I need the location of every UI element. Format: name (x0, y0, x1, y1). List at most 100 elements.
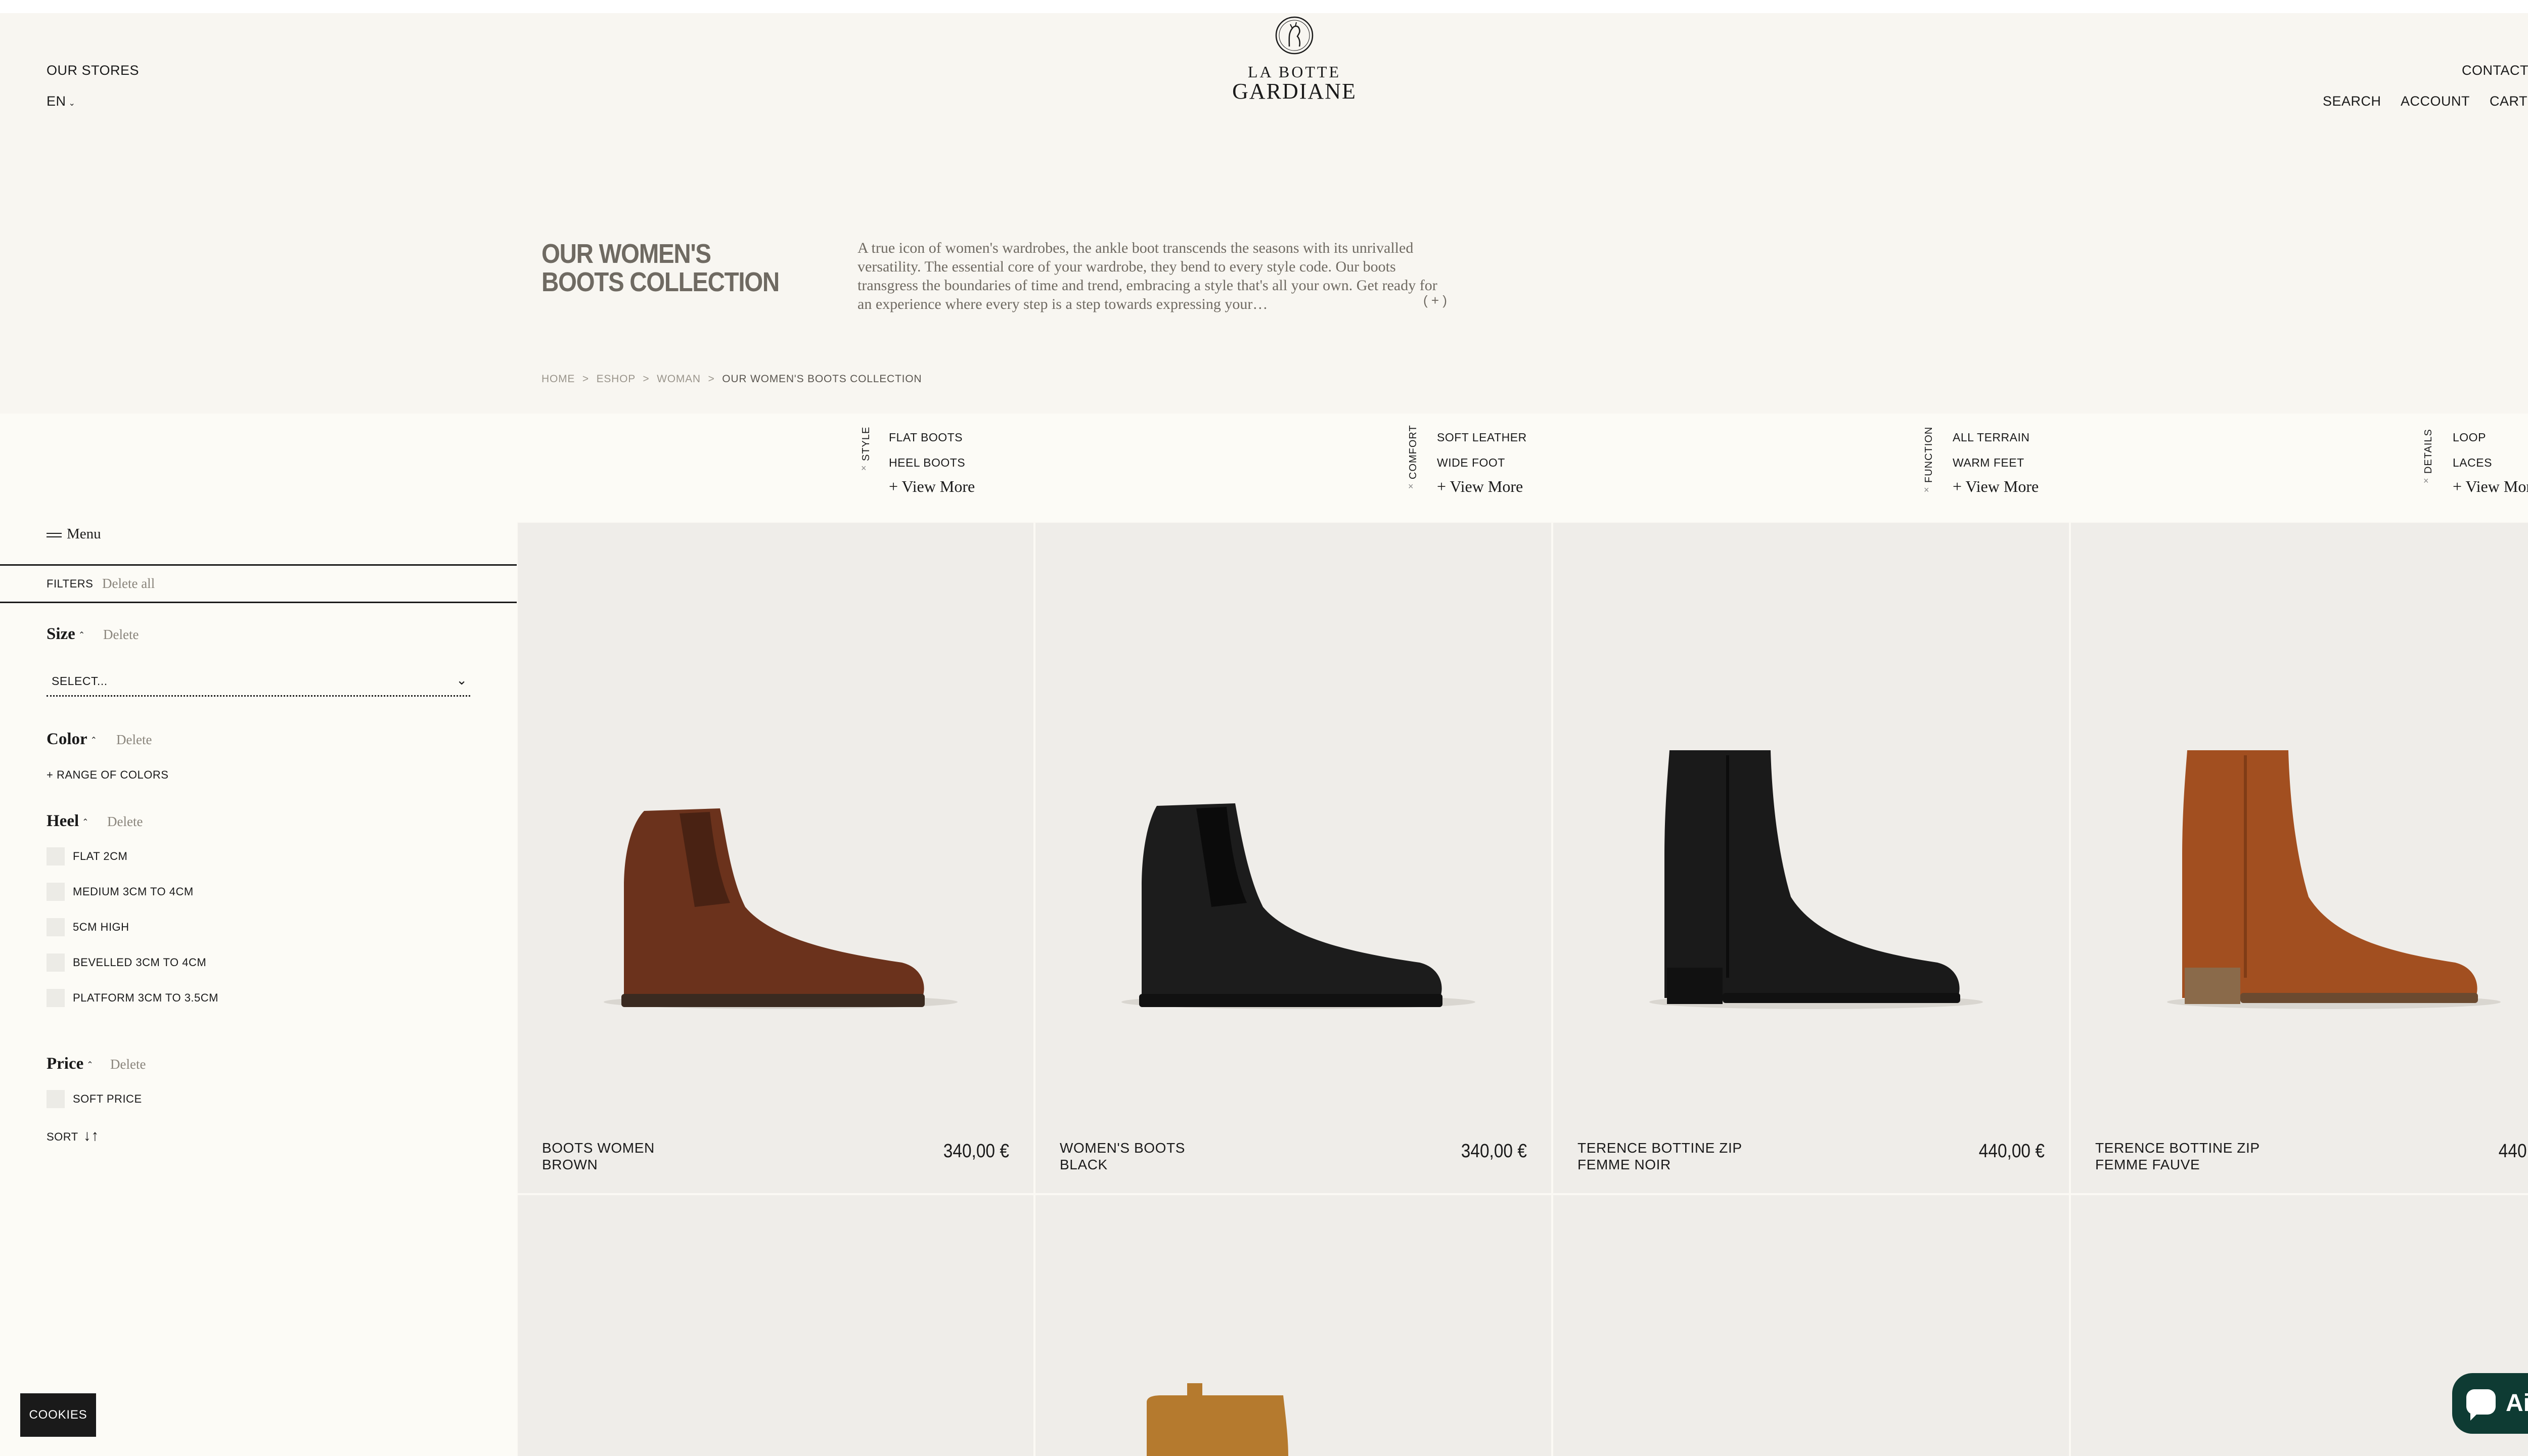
product-name-line-1: TERENCE BOTTINE ZIP (2095, 1140, 2260, 1156)
category-item[interactable]: FLAT BOOTS (889, 431, 963, 444)
top-strip (0, 0, 2528, 13)
price-option-checkbox[interactable]: SOFT PRICE (47, 1090, 142, 1110)
heel-option-checkbox[interactable]: 5CM HIGH (47, 918, 129, 938)
product-name: TERENCE BOTTINE ZIP FEMME NOIR (1577, 1140, 1742, 1173)
category-label-details: DETAILS (2423, 429, 2434, 474)
product-card[interactable] (518, 1195, 1033, 1456)
menu-button[interactable]: Menu (47, 526, 101, 542)
category-item[interactable]: SOFT LEATHER (1437, 431, 1527, 444)
checkbox-box (47, 847, 65, 866)
language-selector[interactable]: EN ⌄ (47, 94, 75, 109)
language-label: EN (47, 94, 66, 109)
product-name-line-1: BOOTS WOMEN (542, 1140, 655, 1156)
chevron-down-icon: ⌄ (68, 99, 76, 108)
color-delete-button[interactable]: Delete (116, 732, 152, 748)
product-price: 340,00 € (1461, 1141, 1527, 1162)
category-item[interactable]: HEEL BOOTS (889, 456, 965, 470)
category-label-style: STYLE (861, 426, 872, 461)
category-item[interactable]: ALL TERRAIN (1953, 431, 2030, 444)
read-more-button[interactable]: ( + ) (1423, 293, 1447, 308)
view-more-link[interactable]: + View More (1437, 477, 1523, 496)
boot-image (1649, 750, 1983, 1009)
divider (0, 564, 517, 566)
heel-option-checkbox[interactable]: MEDIUM 3CM TO 4CM (47, 883, 194, 903)
category-item[interactable]: WIDE FOOT (1437, 456, 1505, 470)
divider (0, 602, 517, 603)
close-icon[interactable]: × (861, 463, 867, 474)
contact-link[interactable]: CONTACT US (2462, 63, 2528, 78)
cart-link[interactable]: CART (0) (2490, 94, 2528, 109)
chevron-down-icon: ⌄ (456, 672, 467, 688)
close-icon[interactable]: × (2423, 476, 2429, 486)
product-card[interactable] (1553, 1195, 2069, 1456)
horse-emblem-icon (1275, 16, 1314, 55)
heel-option-checkbox[interactable]: FLAT 2CM (47, 847, 127, 868)
product-price: 440,00 € (1978, 1141, 2045, 1162)
breadcrumb-home[interactable]: HOME (541, 373, 575, 385)
view-more-link[interactable]: + View More (1953, 477, 2039, 496)
close-icon[interactable]: × (1408, 481, 1414, 492)
our-stores-link[interactable]: OUR STORES (47, 63, 139, 78)
size-delete-button[interactable]: Delete (103, 627, 139, 643)
breadcrumb-current: OUR WOMEN'S BOOTS COLLECTION (722, 373, 922, 385)
price-option-label: SOFT PRICE (73, 1093, 142, 1105)
checkbox-box (47, 1090, 65, 1108)
menu-label: Menu (67, 526, 101, 542)
heel-option-checkbox[interactable]: BEVELLED 3CM TO 4CM (47, 953, 206, 974)
heel-option-label: PLATFORM 3CM TO 3.5CM (73, 991, 218, 1004)
search-link[interactable]: SEARCH (2323, 94, 2381, 109)
size-select-value: SELECT... (52, 674, 108, 688)
price-filter-toggle[interactable]: Price ⌃ (47, 1055, 94, 1073)
view-more-link[interactable]: + View More (889, 477, 975, 496)
help-label: Aide (2506, 1390, 2528, 1417)
size-filter-toggle[interactable]: Size ⌃ (47, 625, 85, 644)
heel-option-label: 5CM HIGH (73, 921, 129, 933)
size-filter-title: Size (47, 625, 75, 643)
checkbox-box (47, 989, 65, 1007)
delete-all-filters-button[interactable]: Delete all (102, 576, 155, 592)
product-name-line-2: FEMME NOIR (1577, 1157, 1671, 1172)
boot-image (604, 808, 958, 1009)
product-card[interactable]: TERENCE BOTTINE ZIPFEMME FAUVE 440,00 € (2071, 523, 2528, 1193)
chevron-up-icon: ⌃ (82, 818, 89, 827)
category-item[interactable]: LOOP (2453, 431, 2486, 444)
account-link[interactable]: ACCOUNT (2401, 94, 2470, 109)
product-card[interactable]: TERENCE BOTTINE ZIP FEMME NOIR 440,00 € (1553, 523, 2069, 1193)
product-name: WOMEN'S BOOTS BLACK (1060, 1140, 1185, 1173)
breadcrumb-woman[interactable]: WOMAN (657, 373, 701, 385)
sort-button[interactable]: SORT ↓↑ (47, 1127, 99, 1145)
category-item[interactable]: WARM FEET (1953, 456, 2024, 470)
heel-option-label: BEVELLED 3CM TO 4CM (73, 956, 207, 969)
cookies-button[interactable]: COOKIES (20, 1393, 96, 1437)
collection-description: A true icon of women's wardrobes, the an… (857, 240, 1437, 312)
product-card[interactable] (1035, 1195, 1551, 1456)
category-label-function: FUNCTION (1923, 426, 1934, 483)
view-more-link[interactable]: + View More (2453, 477, 2528, 496)
range-of-colors-link[interactable]: + RANGE OF COLORS (47, 768, 168, 782)
category-filter-bar (0, 414, 2528, 522)
help-chat-button[interactable]: Aide 1 (2452, 1373, 2528, 1434)
breadcrumb-eshop[interactable]: ESHOP (597, 373, 636, 385)
sort-label: SORT (47, 1130, 78, 1143)
breadcrumb-separator: > (643, 373, 650, 385)
breadcrumb-separator: > (708, 373, 715, 385)
page-title-line-1: OUR WOMEN'S (541, 239, 711, 269)
breadcrumb: HOME > ESHOP > WOMAN > OUR WOMEN'S BOOTS… (541, 373, 922, 385)
color-filter-toggle[interactable]: Color ⌃ (47, 730, 97, 749)
checkbox-box (47, 883, 65, 901)
size-select[interactable]: SELECT... ⌄ (47, 668, 470, 697)
product-card[interactable]: WOMEN'S BOOTS BLACK 340,00 € (1035, 523, 1551, 1193)
price-delete-button[interactable]: Delete (110, 1057, 146, 1072)
chevron-up-icon: ⌃ (78, 631, 85, 640)
category-item[interactable]: LACES (2453, 456, 2492, 470)
product-name-line-1: WOMEN'S BOOTS (1060, 1140, 1186, 1156)
product-card[interactable]: BOOTS WOMEN BROWN 340,00 € (518, 523, 1033, 1193)
product-name: BOOTS WOMEN BROWN (542, 1140, 655, 1173)
brand-logo[interactable]: LA BOTTE GARDIANE (1229, 15, 1360, 103)
product-price: 440,00 € (2498, 1141, 2528, 1162)
boot-image (1147, 1383, 1288, 1456)
heel-option-checkbox[interactable]: PLATFORM 3CM TO 3.5CM (47, 989, 218, 1009)
heel-filter-toggle[interactable]: Heel ⌃ (47, 812, 89, 831)
heel-delete-button[interactable]: Delete (107, 814, 143, 830)
close-icon[interactable]: × (1924, 485, 1929, 495)
